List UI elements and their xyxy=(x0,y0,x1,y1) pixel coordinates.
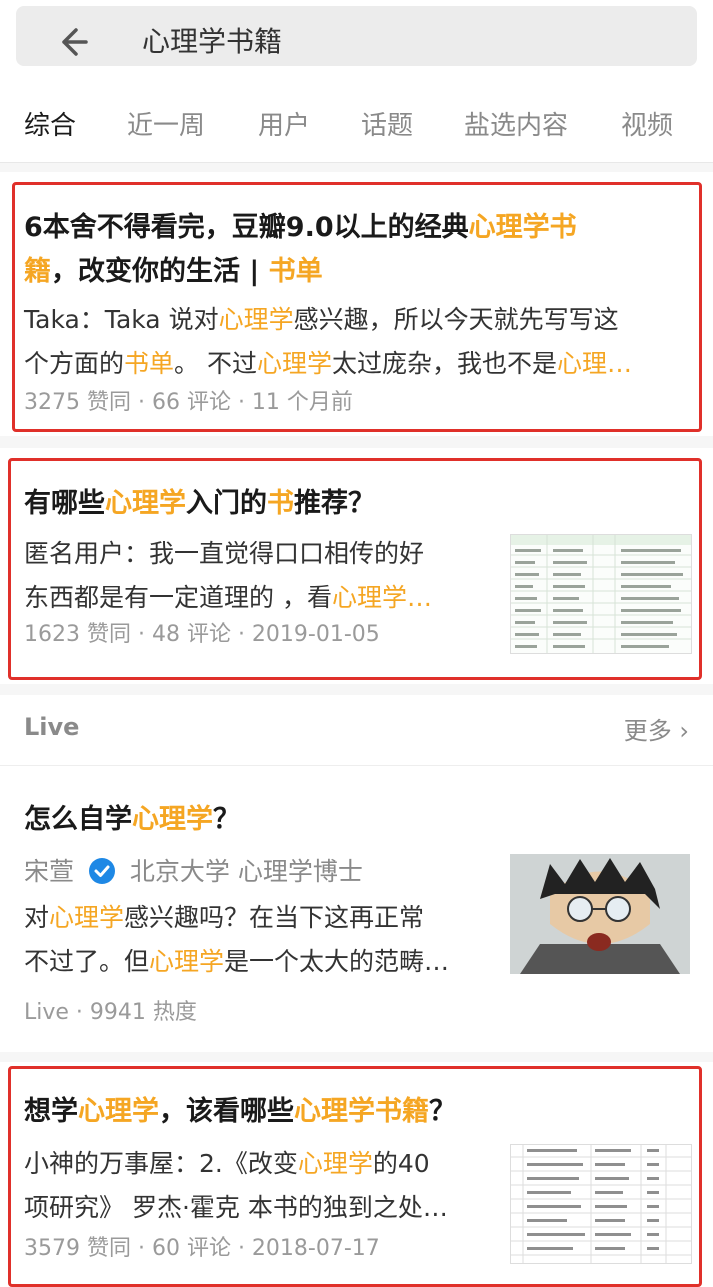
tab-salt-content[interactable]: 盐选内容 xyxy=(464,108,568,144)
search-result-card[interactable]: 有哪些心理学入门的书推荐？ 匿名用户：我一直觉得口口相传的好 东西都是有一定道理… xyxy=(0,448,713,684)
search-result-card[interactable]: 想学心理学，该看哪些心理学书籍？ 小神的万事屋：2.《改变心理学的40 项研究》… xyxy=(0,1062,713,1287)
live-title[interactable]: 怎么自学心理学？ xyxy=(24,798,484,842)
search-header: 心理学书籍 xyxy=(0,0,713,92)
result-excerpt: 小神的万事屋：2.《改变心理学的40 项研究》 罗杰·霍克 本书的独到之处… xyxy=(24,1149,448,1222)
back-arrow-icon[interactable] xyxy=(52,22,92,62)
author-name[interactable]: 宋萱 xyxy=(24,857,74,886)
author-description: 北京大学 心理学博士 xyxy=(129,857,363,886)
live-section-header: Live 更多 › xyxy=(0,695,713,766)
result-title[interactable]: 有哪些心理学入门的书推荐？ xyxy=(24,482,674,526)
live-excerpt: 对心理学感兴趣吗？在当下这再正常 不过了。但心理学是一个太大的范畴… xyxy=(24,903,450,976)
live-cover-image[interactable] xyxy=(510,854,690,974)
result-title[interactable]: 想学心理学，该看哪些心理学书籍？ xyxy=(24,1090,674,1134)
live-meta: Live · 9941 热度 xyxy=(24,1000,197,1025)
search-query[interactable]: 心理学书籍 xyxy=(142,20,282,64)
tab-users[interactable]: 用户 xyxy=(258,108,310,144)
result-excerpt: Taka：Taka 说对心理学感兴趣，所以今天就先写写这 个方面的书单。 不过心… xyxy=(24,305,633,378)
tab-video[interactable]: 视频 xyxy=(621,108,673,144)
tab-all[interactable]: 综合 xyxy=(24,108,76,144)
book-table-thumbnail[interactable] xyxy=(510,1144,692,1264)
result-meta: 1623 赞同 · 48 评论 · 2019-01-05 xyxy=(24,622,380,647)
search-result-card[interactable]: 6本舍不得看完，豆瓣9.0以上的经典心理学书 籍，改变你的生活 | 书单 Tak… xyxy=(0,172,713,436)
verified-badge-icon xyxy=(88,858,115,884)
tab-week[interactable]: 近一周 xyxy=(127,108,205,144)
search-box[interactable]: 心理学书籍 xyxy=(16,6,697,66)
result-title[interactable]: 6本舍不得看完，豆瓣9.0以上的经典心理学书 籍，改变你的生活 | 书单 xyxy=(24,206,674,294)
result-meta: 3579 赞同 · 60 评论 · 2018-07-17 xyxy=(24,1236,380,1261)
author-line: 宋萱 北京大学 心理学博士 xyxy=(24,852,363,892)
result-meta: 3275 赞同 · 66 评论 · 11 个月前 xyxy=(24,390,353,415)
live-label: Live xyxy=(24,713,80,741)
book-table-thumbnail[interactable] xyxy=(510,534,692,654)
live-item-card[interactable]: 怎么自学心理学？ 宋萱 北京大学 心理学博士 对心理学感兴趣吗？在当下这再正常 … xyxy=(0,766,713,1052)
result-excerpt: 匿名用户：我一直觉得口口相传的好 东西都是有一定道理的 ，看心理学… xyxy=(24,539,432,612)
filter-tabs: 综合 近一周 用户 话题 盐选内容 视频 xyxy=(0,92,713,163)
more-link[interactable]: 更多 › xyxy=(624,711,689,746)
tab-topics[interactable]: 话题 xyxy=(361,108,413,144)
